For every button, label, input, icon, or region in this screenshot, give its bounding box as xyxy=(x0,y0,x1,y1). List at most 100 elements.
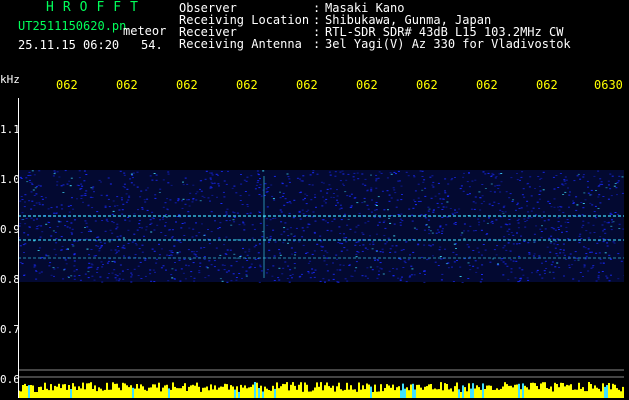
noise-pixel xyxy=(526,219,529,221)
noise-pixel xyxy=(582,276,584,277)
noise-pixel xyxy=(445,224,448,226)
noise-pixel xyxy=(314,196,317,198)
noise-pixel xyxy=(154,197,157,199)
noise-pixel xyxy=(223,196,226,198)
noise-pixel xyxy=(364,185,367,187)
noise-pixel xyxy=(328,171,331,173)
baseline-bar xyxy=(64,384,66,398)
noise-pixel xyxy=(265,218,268,220)
noise-pixel xyxy=(217,228,220,230)
noise-pixel xyxy=(204,178,207,180)
noise-pixel xyxy=(408,208,411,210)
noise-pixel xyxy=(70,232,73,234)
noise-pixel xyxy=(408,276,411,278)
noise-pixel xyxy=(259,178,261,180)
noise-pixel xyxy=(90,249,93,250)
noise-pixel xyxy=(23,252,25,253)
noise-pixel xyxy=(296,177,299,179)
baseline-bar xyxy=(334,391,336,398)
noise-pixel xyxy=(612,221,615,223)
noise-pixel xyxy=(568,194,571,196)
baseline-bar xyxy=(120,390,122,398)
noise-pixel xyxy=(326,188,329,190)
noise-pixel xyxy=(299,178,301,180)
noise-pixel xyxy=(469,225,472,227)
noise-pixel xyxy=(518,207,521,209)
time-tick-label: 062 xyxy=(116,78,138,92)
noise-pixel xyxy=(423,179,426,181)
baseline-bar xyxy=(244,385,246,398)
noise-pixel xyxy=(215,247,218,249)
noise-pixel xyxy=(67,205,70,207)
noise-pixel xyxy=(191,201,194,203)
noise-pixel xyxy=(472,201,475,203)
baseline-bar xyxy=(308,391,310,398)
baseline-bar xyxy=(128,387,130,398)
noise-pixel xyxy=(496,184,499,186)
noise-pixel xyxy=(115,228,118,230)
noise-pixel xyxy=(533,241,536,243)
noise-pixel xyxy=(510,271,513,273)
noise-pixel xyxy=(30,217,33,219)
noise-pixel xyxy=(176,252,179,254)
noise-pixel xyxy=(143,235,145,237)
noise-pixel xyxy=(442,228,444,230)
noise-pixel xyxy=(256,182,259,183)
noise-pixel xyxy=(375,202,378,203)
noise-pixel xyxy=(493,249,496,251)
baseline-bar xyxy=(400,390,402,398)
noise-pixel xyxy=(599,202,602,204)
noise-pixel xyxy=(434,261,437,263)
noise-pixel xyxy=(68,180,71,182)
baseline-bar xyxy=(284,384,286,398)
noise-pixel xyxy=(393,235,396,237)
noise-pixel xyxy=(184,278,187,280)
noise-pixel xyxy=(582,224,585,226)
noise-pixel xyxy=(119,264,122,266)
noise-pixel xyxy=(29,226,31,228)
noise-pixel xyxy=(501,258,504,259)
noise-pixel xyxy=(258,212,261,213)
noise-pixel xyxy=(73,270,76,272)
baseline-bar xyxy=(386,384,388,398)
noise-pixel xyxy=(538,185,541,187)
noise-pixel xyxy=(165,269,167,271)
noise-pixel xyxy=(389,248,392,250)
noise-pixel xyxy=(544,273,546,274)
noise-pixel xyxy=(493,201,496,203)
noise-pixel xyxy=(508,223,511,225)
noise-pixel xyxy=(221,264,224,266)
noise-pixel xyxy=(53,212,56,214)
baseline-bar xyxy=(614,384,616,398)
noise-pixel xyxy=(162,265,165,267)
noise-pixel xyxy=(508,197,511,199)
noise-pixel xyxy=(300,191,302,193)
noise-pixel xyxy=(438,193,441,195)
noise-pixel xyxy=(31,200,34,202)
noise-pixel xyxy=(479,197,482,199)
noise-pixel xyxy=(117,280,120,282)
noise-pixel xyxy=(613,185,616,187)
baseline-bar xyxy=(470,388,472,398)
noise-pixel xyxy=(564,221,567,223)
noise-pixel xyxy=(91,207,94,209)
noise-pixel xyxy=(427,206,430,208)
baseline-bar xyxy=(350,385,352,398)
noise-pixel xyxy=(141,207,144,208)
noise-pixel xyxy=(280,221,283,223)
noise-pixel xyxy=(399,258,402,260)
noise-pixel xyxy=(594,205,597,207)
noise-pixel xyxy=(512,243,515,245)
noise-pixel xyxy=(73,275,76,277)
noise-pixel xyxy=(300,180,303,182)
noise-pixel xyxy=(432,186,435,188)
noise-pixel xyxy=(40,271,43,273)
noise-pixel xyxy=(190,258,193,260)
noise-pixel xyxy=(129,178,132,180)
noise-pixel xyxy=(483,220,486,222)
noise-pixel xyxy=(516,232,518,234)
noise-pixel xyxy=(582,207,585,209)
baseline-bar xyxy=(556,384,558,398)
noise-pixel xyxy=(601,224,604,226)
noise-pixel xyxy=(460,185,463,187)
